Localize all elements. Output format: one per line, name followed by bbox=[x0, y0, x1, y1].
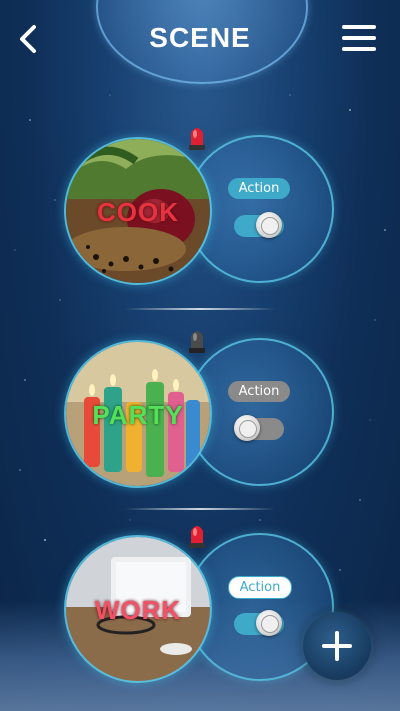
action-label: Action bbox=[228, 381, 290, 402]
scene-photo-cook[interactable]: COOK bbox=[64, 137, 212, 285]
action-toggle-work[interactable] bbox=[234, 610, 284, 636]
action-toggle-party[interactable] bbox=[234, 415, 284, 441]
add-scene-button[interactable] bbox=[303, 612, 371, 680]
action-toggle-cook[interactable] bbox=[234, 212, 284, 238]
scene-card-cook: COOK Action bbox=[0, 128, 400, 295]
toggle-knob bbox=[256, 212, 282, 238]
action-label: Action bbox=[228, 178, 290, 199]
menu-button[interactable] bbox=[342, 25, 376, 53]
scene-photo-party[interactable]: PARTY bbox=[64, 340, 212, 488]
scene-card-party: PARTY Action bbox=[0, 331, 400, 498]
toggle-knob bbox=[256, 610, 282, 636]
scene-label-work: WORK bbox=[94, 595, 182, 625]
page-title: SCENE bbox=[149, 22, 251, 53]
toggle-knob bbox=[234, 415, 260, 441]
action-label: Action bbox=[228, 576, 292, 599]
scene-label-cook: COOK bbox=[97, 197, 179, 227]
scene-photo-work[interactable]: WORK bbox=[64, 535, 212, 683]
siren-icon bbox=[189, 331, 205, 353]
scene-label-party: PARTY bbox=[92, 400, 184, 430]
divider bbox=[125, 308, 275, 310]
siren-icon bbox=[189, 128, 205, 150]
chevron-left-icon bbox=[20, 25, 36, 53]
divider bbox=[125, 508, 275, 510]
back-button[interactable] bbox=[14, 24, 44, 54]
hamburger-menu-icon bbox=[342, 25, 376, 29]
siren-icon bbox=[189, 526, 205, 548]
